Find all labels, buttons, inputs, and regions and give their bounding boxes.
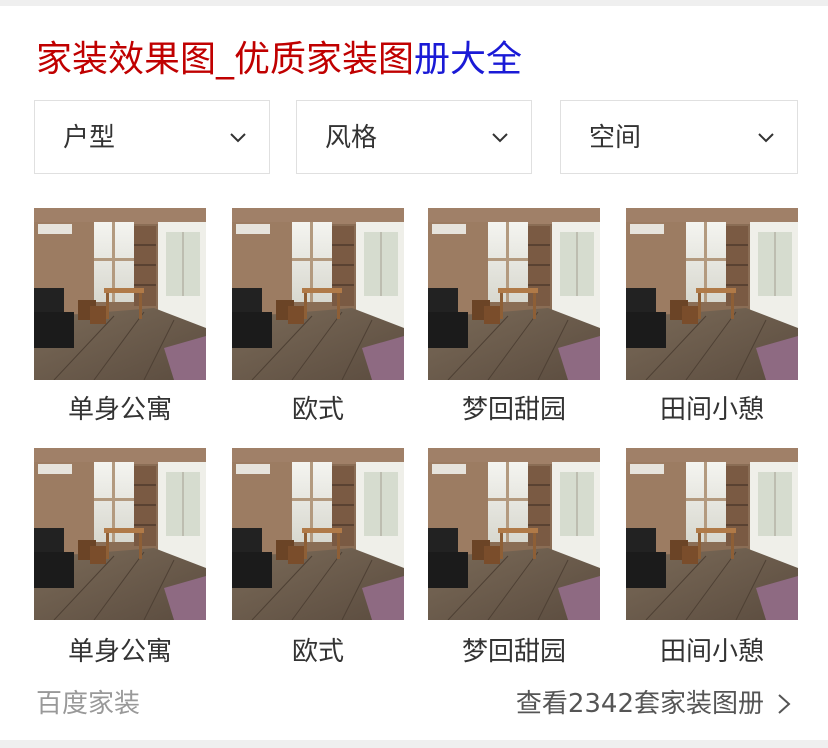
chevron-down-icon (230, 133, 246, 143)
brand-label: 百度家装 (36, 689, 141, 719)
chevron-right-icon (778, 694, 791, 714)
filter-bar: 户型 风格 空间 (34, 100, 798, 176)
gallery-caption[interactable]: 单身公寓 (22, 632, 218, 672)
gallery-thumbnail[interactable] (626, 208, 798, 380)
filter-label: 风格 (325, 123, 378, 153)
chevron-down-icon (758, 133, 774, 143)
title-blue-part[interactable]: 册大全 (414, 39, 522, 80)
view-more-label: 查看2342套家装图册 (515, 689, 764, 719)
view-more-link[interactable]: 查看2342套家装图册 (516, 684, 792, 724)
filter-dropdown-layout[interactable]: 户型 (34, 100, 270, 174)
gallery-thumbnail[interactable] (428, 208, 600, 380)
decoration-gallery-card: 家装效果图_优质家装图册大全 户型 风格 空间 单身公寓 欧式 梦回甜园 田间小… (0, 6, 828, 740)
gallery-thumbnail[interactable] (428, 448, 600, 620)
filter-label: 户型 (63, 123, 116, 153)
gallery-thumbnail[interactable] (232, 208, 404, 380)
card-title[interactable]: 家装效果图_优质家装图册大全 (36, 34, 522, 86)
gallery-caption[interactable]: 单身公寓 (22, 390, 218, 430)
filter-dropdown-space[interactable]: 空间 (560, 100, 798, 174)
title-red-part[interactable]: 家装效果图_优质家装图 (36, 39, 414, 80)
gallery-thumbnail[interactable] (34, 208, 206, 380)
gallery-caption[interactable]: 梦回甜园 (416, 390, 612, 430)
gallery-caption[interactable]: 欧式 (220, 632, 416, 672)
gallery-thumbnail[interactable] (34, 448, 206, 620)
gallery-caption[interactable]: 梦回甜园 (416, 632, 612, 672)
gallery-thumbnail[interactable] (626, 448, 798, 620)
chevron-down-icon (492, 133, 508, 143)
gallery-thumbnail[interactable] (232, 448, 404, 620)
filter-dropdown-style[interactable]: 风格 (296, 100, 532, 174)
gallery-caption[interactable]: 欧式 (220, 390, 416, 430)
gallery-caption[interactable]: 田间小憩 (614, 632, 810, 672)
gallery-caption[interactable]: 田间小憩 (614, 390, 810, 430)
filter-label: 空间 (589, 123, 642, 153)
